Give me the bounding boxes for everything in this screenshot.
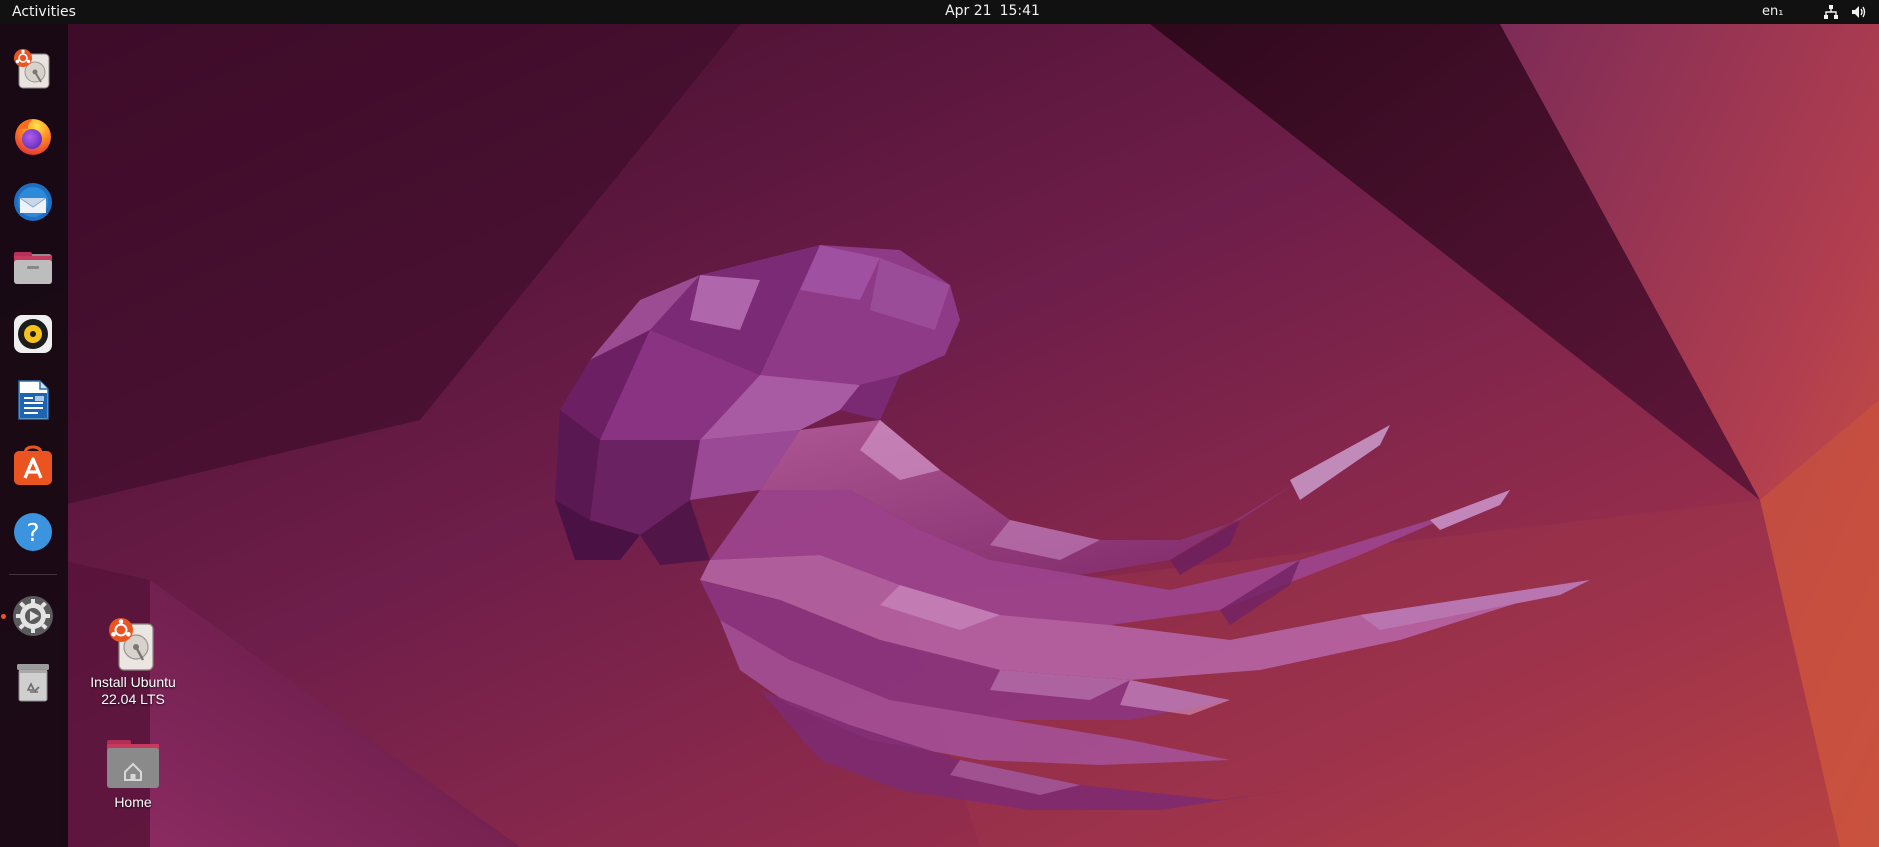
desktop-icon-label: Home xyxy=(114,794,152,810)
activities-button[interactable]: Activities xyxy=(0,0,88,24)
home-folder-icon xyxy=(107,740,159,788)
top-bar: Activities Apr 21 15:41 en₁ xyxy=(0,0,1879,24)
volume-icon[interactable] xyxy=(1851,4,1867,20)
network-icon[interactable] xyxy=(1823,4,1839,20)
installer-icon xyxy=(14,49,50,89)
desktop-icon-install-ubuntu[interactable]: Install Ubuntu 22.04 LTS xyxy=(78,616,188,708)
dock-item-libreoffice-writer[interactable] xyxy=(7,374,59,426)
desktop-icon-home[interactable]: Home xyxy=(78,736,188,811)
thunderbird-icon xyxy=(14,183,52,221)
software-icon xyxy=(14,445,52,485)
desktop-icon-label: Install Ubuntu xyxy=(90,674,176,690)
rhythmbox-icon xyxy=(14,315,52,353)
writer-icon xyxy=(18,380,49,420)
dock-item-settings[interactable] xyxy=(7,590,59,642)
desktop-screen: Activities Apr 21 15:41 en₁ ? Install Ub… xyxy=(0,0,1879,847)
clock-date: Apr 21 xyxy=(945,3,992,19)
wallpaper xyxy=(0,0,1879,847)
desktop-icon-label: 22.04 LTS xyxy=(101,691,165,707)
help-icon: ? xyxy=(14,513,52,551)
running-indicator xyxy=(1,614,6,619)
dock-item-files[interactable] xyxy=(7,242,59,294)
keyboard-layout-indicator[interactable]: en₁ xyxy=(1762,0,1783,24)
dock-item-trash[interactable] xyxy=(7,656,59,708)
dock-item-install-ubuntu[interactable] xyxy=(7,44,59,96)
dock-item-firefox[interactable] xyxy=(7,110,59,162)
dock-item-ubuntu-software[interactable] xyxy=(7,440,59,492)
firefox-icon xyxy=(15,119,51,155)
dock-separator xyxy=(9,574,57,575)
trash-icon xyxy=(17,664,49,702)
files-icon xyxy=(14,252,52,284)
dock: ? xyxy=(0,24,68,847)
clock-button[interactable]: Apr 21 15:41 xyxy=(900,0,1085,24)
dock-item-help[interactable]: ? xyxy=(7,506,59,558)
clock-time: 15:41 xyxy=(999,3,1040,19)
dock-item-rhythmbox[interactable] xyxy=(7,308,59,360)
svg-text:?: ? xyxy=(26,518,39,547)
settings-icon xyxy=(13,596,53,636)
installer-icon xyxy=(109,618,154,671)
dock-item-thunderbird[interactable] xyxy=(7,176,59,228)
